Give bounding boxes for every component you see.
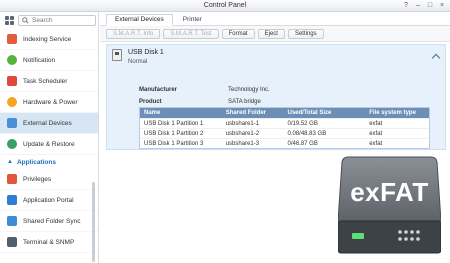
disk-status: Normal	[128, 59, 148, 65]
disk-panel[interactable]: USB Disk 1 Normal Manufacturer Technolog…	[106, 44, 446, 150]
sidebar-section-applications[interactable]: ▲ Applications	[0, 155, 98, 169]
product-label: Product	[139, 99, 162, 105]
privileges-icon	[7, 174, 17, 184]
terminal-snmp-icon	[7, 237, 17, 247]
sidebar-item-indexing-service[interactable]: Indexing Service	[0, 29, 98, 50]
section-label: Applications	[16, 158, 56, 166]
sidebar-item-application-portal[interactable]: Application Portal	[0, 190, 98, 211]
sidebar-item-shared-folder-sync[interactable]: Shared Folder Sync	[0, 211, 98, 232]
sidebar-item-label: Task Scheduler	[23, 77, 68, 85]
disk-name: USB Disk 1	[128, 49, 164, 56]
toolbar: S.M.A.R.T. Info S.M.A.R.T. Test Format E…	[100, 26, 450, 42]
external-devices-icon	[7, 118, 17, 128]
column-header-filesystem[interactable]: File system type	[369, 110, 429, 116]
partition-name: USB Disk 1 Partition 1	[144, 120, 204, 127]
application-portal-icon	[7, 195, 17, 205]
task-scheduler-icon	[7, 76, 17, 86]
settings-button[interactable]: Settings	[287, 28, 324, 39]
sidebar-item-label: Shared Folder Sync	[23, 217, 81, 225]
tab-external-devices[interactable]: External Devices	[106, 14, 173, 26]
format-button[interactable]: Format	[221, 28, 255, 39]
shared-folder: usbshare1-1	[225, 120, 260, 127]
exfat-drive-icon: exFAT	[337, 155, 442, 255]
exfat-label: exFAT	[350, 177, 429, 207]
sidebar-item-label: Application Portal	[23, 196, 74, 204]
manufacturer-value: Technology Inc.	[228, 87, 270, 93]
grid-icon[interactable]	[5, 16, 14, 25]
search-input[interactable]: Search	[18, 15, 96, 26]
sidebar: Search Indexing Service Notification Tas…	[0, 12, 99, 263]
table-row[interactable]: USB Disk 1 Partition 3 usbshare1-3 0/46.…	[140, 138, 429, 148]
close-icon[interactable]: ×	[438, 2, 446, 10]
tab-bar: External Devices Printer	[100, 12, 450, 26]
sidebar-item-terminal-snmp[interactable]: Terminal & SNMP	[0, 232, 98, 253]
table-row[interactable]: USB Disk 1 Partition 2 usbshare1-2 0.08/…	[140, 128, 429, 138]
table-header: Name Shared Folder Used/Total Size File …	[140, 108, 429, 118]
help-icon[interactable]: ?	[402, 2, 410, 10]
sidebar-item-task-scheduler[interactable]: Task Scheduler	[0, 71, 98, 92]
partitions-table: Name Shared Folder Used/Total Size File …	[139, 107, 430, 149]
sidebar-item-label: Indexing Service	[23, 35, 72, 43]
disk-properties: Manufacturer Technology Inc. Product SAT…	[139, 84, 270, 108]
indexing-icon	[7, 34, 17, 44]
smart-info-button[interactable]: S.M.A.R.T. Info	[106, 28, 161, 39]
partition-name: USB Disk 1 Partition 3	[144, 140, 204, 147]
update-restore-icon	[7, 139, 17, 149]
eject-button[interactable]: Eject	[257, 28, 285, 39]
title-bar: Control Panel ? – □ ×	[0, 0, 450, 12]
smart-test-button[interactable]: S.M.A.R.T. Test	[163, 28, 219, 39]
window-title: Control Panel	[203, 2, 247, 9]
sidebar-item-label: Hardware & Power	[23, 98, 78, 106]
table-row[interactable]: USB Disk 1 Partition 1 usbshare1-1 0/19.…	[140, 118, 429, 128]
sidebar-item-label: Privileges	[23, 175, 52, 183]
filesystem-type: exfat	[369, 140, 383, 147]
sidebar-item-external-devices[interactable]: External Devices	[0, 113, 98, 134]
used-total-size: 0/19.52 GB	[287, 120, 318, 127]
sidebar-item-label: Notification	[23, 56, 56, 64]
manufacturer-label: Manufacturer	[139, 87, 178, 93]
sidebar-scrollbar[interactable]	[92, 182, 95, 262]
minimize-icon[interactable]: –	[414, 2, 422, 10]
partition-name: USB Disk 1 Partition 2	[144, 130, 204, 137]
used-total-size: 0/46.87 GB	[287, 140, 318, 147]
sidebar-item-hardware-power[interactable]: Hardware & Power	[0, 92, 98, 113]
search-icon	[22, 17, 29, 24]
column-header-size[interactable]: Used/Total Size	[288, 110, 370, 116]
tab-printer[interactable]: Printer	[175, 13, 210, 25]
sidebar-item-label: External Devices	[23, 119, 72, 127]
column-header-shared-folder[interactable]: Shared Folder	[226, 110, 288, 116]
column-header-name[interactable]: Name	[140, 110, 226, 116]
shared-folder: usbshare1-3	[225, 140, 260, 147]
shared-folder-sync-icon	[7, 216, 17, 226]
sidebar-item-update-restore[interactable]: Update & Restore	[0, 134, 98, 155]
chevron-up-icon: ▲	[7, 159, 13, 165]
sidebar-item-privileges[interactable]: Privileges	[0, 169, 98, 190]
search-placeholder: Search	[32, 17, 53, 24]
product-value: SATA bridge	[228, 99, 261, 105]
usb-disk-icon	[112, 49, 122, 61]
maximize-icon[interactable]: □	[426, 2, 434, 10]
sidebar-item-label: Terminal & SNMP	[23, 238, 75, 246]
hardware-power-icon	[7, 97, 17, 107]
filesystem-type: exfat	[369, 120, 383, 127]
used-total-size: 0.08/48.83 GB	[287, 130, 327, 137]
filesystem-type: exfat	[369, 130, 383, 137]
sidebar-item-label: Update & Restore	[23, 140, 75, 148]
sidebar-item-notification[interactable]: Notification	[0, 50, 98, 71]
shared-folder: usbshare1-2	[225, 130, 260, 137]
notification-icon	[7, 55, 17, 65]
chevron-up-icon[interactable]	[431, 53, 441, 63]
